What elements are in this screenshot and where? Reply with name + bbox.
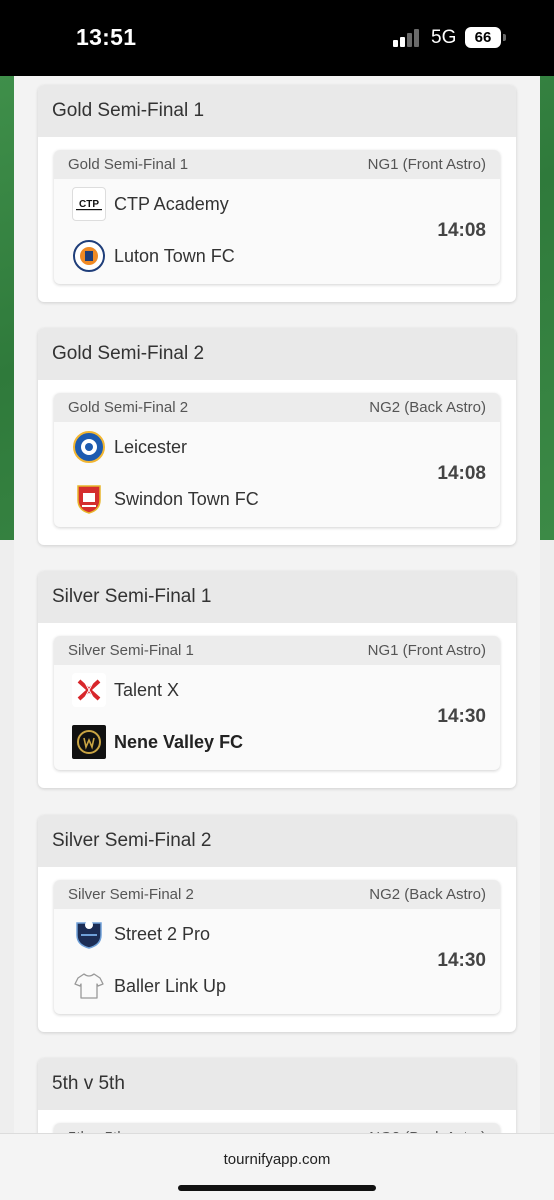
team-name: Street 2 Pro: [114, 923, 211, 944]
status-time: 13:51: [76, 24, 137, 50]
battery-tip: [503, 34, 506, 41]
svg-text:CTP: CTP: [79, 199, 99, 210]
match-pitch: NG2 (Back Astro): [369, 399, 486, 416]
team-name: Luton Town FC: [114, 245, 235, 266]
match-card[interactable]: Silver Semi-Final 1 NG1 (Front Astro) Ta…: [54, 636, 500, 770]
match-card[interactable]: Gold Semi-Final 2 NG2 (Back Astro) Leice…: [54, 393, 500, 527]
round-title: Silver Semi-Final 1: [38, 571, 516, 623]
team-name: Baller Link Up: [114, 975, 227, 996]
team-away[interactable]: Baller Link Up: [72, 969, 226, 1003]
team-away[interactable]: Swindon Town FC: [72, 482, 259, 516]
match-pitch: NG2 (Back Astro): [369, 886, 486, 903]
battery-icon: 66: [465, 27, 501, 48]
team-name: Nene Valley FC: [114, 731, 244, 752]
team-away[interactable]: Nene Valley FC: [72, 725, 243, 759]
leicester-crest-icon: [72, 430, 106, 464]
kickoff-time: 14:08: [437, 463, 486, 484]
match-card[interactable]: Gold Semi-Final 1 NG1 (Front Astro) CTP …: [54, 150, 500, 284]
match-header: Silver Semi-Final 1 NG1 (Front Astro): [54, 636, 500, 665]
team-home[interactable]: Talent X: [72, 673, 179, 707]
round-card: Silver Semi-Final 1 Silver Semi-Final 1 …: [38, 571, 516, 788]
kickoff-time: 14:30: [437, 950, 486, 971]
round-title: Silver Semi-Final 2: [38, 815, 516, 867]
match-header: Gold Semi-Final 2 NG2 (Back Astro): [54, 393, 500, 422]
team-name: Leicester: [114, 436, 188, 457]
talent-x-logo-icon: [72, 673, 106, 707]
shirt-placeholder-icon: [72, 969, 106, 1003]
browser-address-bar[interactable]: tournifyapp.com: [0, 1133, 554, 1200]
kickoff-time: 14:08: [437, 220, 486, 241]
round-card: Gold Semi-Final 2 Gold Semi-Final 2 NG2 …: [38, 328, 516, 545]
team-name: Swindon Town FC: [114, 488, 259, 509]
url-text[interactable]: tournifyapp.com: [0, 1151, 554, 1168]
round-card: Gold Semi-Final 1 Gold Semi-Final 1 NG1 …: [38, 85, 516, 302]
round-card: Silver Semi-Final 2 Silver Semi-Final 2 …: [38, 815, 516, 1032]
nene-valley-crest-icon: [72, 725, 106, 759]
match-label: Silver Semi-Final 1: [68, 642, 194, 659]
street-2-pro-crest-icon: [72, 917, 106, 951]
home-indicator[interactable]: [178, 1185, 376, 1191]
match-label: Gold Semi-Final 2: [68, 399, 189, 416]
round-title: 5th v 5th: [38, 1058, 516, 1110]
signal-icon: [393, 29, 423, 47]
ctp-logo-icon: CTP: [72, 187, 106, 221]
match-header: Silver Semi-Final 2 NG2 (Back Astro): [54, 880, 500, 909]
luton-crest-icon: [72, 239, 106, 273]
round-title: Gold Semi-Final 2: [38, 328, 516, 380]
match-pitch: NG1 (Front Astro): [367, 156, 486, 173]
match-label: Gold Semi-Final 1: [68, 156, 189, 173]
team-away[interactable]: Luton Town FC: [72, 239, 235, 273]
kickoff-time: 14:30: [437, 706, 486, 727]
team-home[interactable]: Leicester: [72, 430, 187, 464]
team-home[interactable]: CTP CTP Academy: [72, 187, 229, 221]
match-card[interactable]: Silver Semi-Final 2 NG2 (Back Astro) Str…: [54, 880, 500, 1014]
round-title: Gold Semi-Final 1: [38, 85, 516, 137]
match-pitch: NG1 (Front Astro): [367, 642, 486, 659]
match-label: Silver Semi-Final 2: [68, 886, 194, 903]
status-bar: 13:51 5G 66: [0, 0, 554, 76]
team-name: CTP Academy: [114, 193, 229, 214]
team-home[interactable]: Street 2 Pro: [72, 917, 210, 951]
swindon-crest-icon: [72, 482, 106, 516]
network-type: 5G: [431, 27, 457, 48]
team-name: Talent X: [114, 679, 180, 700]
match-header: Gold Semi-Final 1 NG1 (Front Astro): [54, 150, 500, 179]
